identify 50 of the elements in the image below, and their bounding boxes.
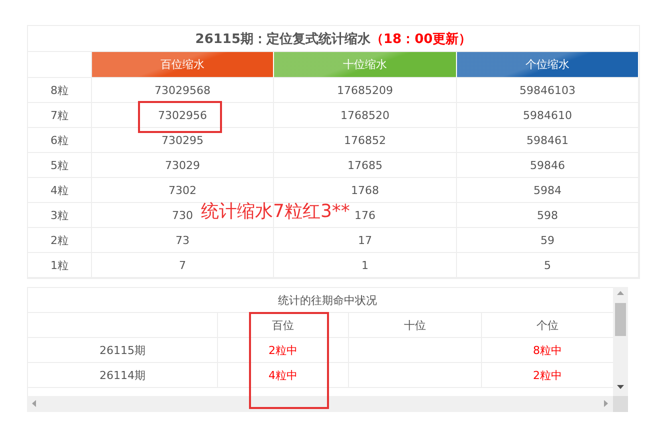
table-cell: 5: [457, 253, 639, 278]
vertical-scrollbar[interactable]: [613, 287, 628, 396]
row-label: 4粒: [28, 178, 92, 203]
table-cell: 73029: [92, 153, 274, 178]
column-header: 个位缩水: [457, 52, 639, 78]
table-cell: 1768: [274, 178, 457, 203]
table-cell: 59: [457, 228, 639, 253]
table-cell: 17685: [274, 153, 457, 178]
table-cell: 4粒中: [218, 363, 349, 388]
table-cell: 26114期: [28, 363, 218, 388]
column-header: 十位: [349, 313, 482, 338]
scroll-right-icon[interactable]: [604, 400, 608, 407]
table-title: 统计的往期命中状况: [278, 292, 377, 308]
table-cell: 17: [274, 228, 457, 253]
row-label: 1粒: [28, 253, 92, 278]
table-title: 26115期：定位复式统计缩水（18：00更新）: [195, 30, 472, 48]
row-label: 2粒: [28, 228, 92, 253]
column-header: 十位缩水: [274, 52, 457, 78]
row-label: 7粒: [28, 103, 92, 128]
table-cell: 1: [274, 253, 457, 278]
scroll-down-icon[interactable]: [617, 385, 624, 389]
table-cell: 73029568: [92, 78, 274, 103]
table-cell: 17685209: [274, 78, 457, 103]
table-cell: 7302: [92, 178, 274, 203]
column-header: 百位: [218, 313, 349, 338]
table-cell: 26115期: [28, 338, 218, 363]
table-cell: 5984: [457, 178, 639, 203]
table-cell: 598461: [457, 128, 639, 153]
table-cell: 7: [92, 253, 274, 278]
scroll-left-icon[interactable]: [32, 400, 36, 407]
scrollbar-thumb[interactable]: [615, 303, 626, 336]
column-header: 百位缩水: [92, 52, 274, 78]
row-label: 6粒: [28, 128, 92, 153]
table-cell: 7302956: [92, 103, 274, 128]
table-cell: 59846103: [457, 78, 639, 103]
table-cell: 176852: [274, 128, 457, 153]
row-label: 8粒: [28, 78, 92, 103]
table-cell: 5984610: [457, 103, 639, 128]
row-label: 3粒: [28, 203, 92, 228]
scrollbar-corner: [613, 396, 628, 412]
table-cell: 730295: [92, 128, 274, 153]
table-cell: 73: [92, 228, 274, 253]
annotation-text: 统计缩水7粒红3**: [201, 203, 350, 221]
horizontal-scrollbar[interactable]: [27, 396, 613, 412]
scroll-up-icon[interactable]: [617, 291, 624, 295]
table-cell: 2粒中: [218, 338, 349, 363]
table-cell: 59846: [457, 153, 639, 178]
row-label: 5粒: [28, 153, 92, 178]
table-cell: 1768520: [274, 103, 457, 128]
table-cell: 598: [457, 203, 639, 228]
